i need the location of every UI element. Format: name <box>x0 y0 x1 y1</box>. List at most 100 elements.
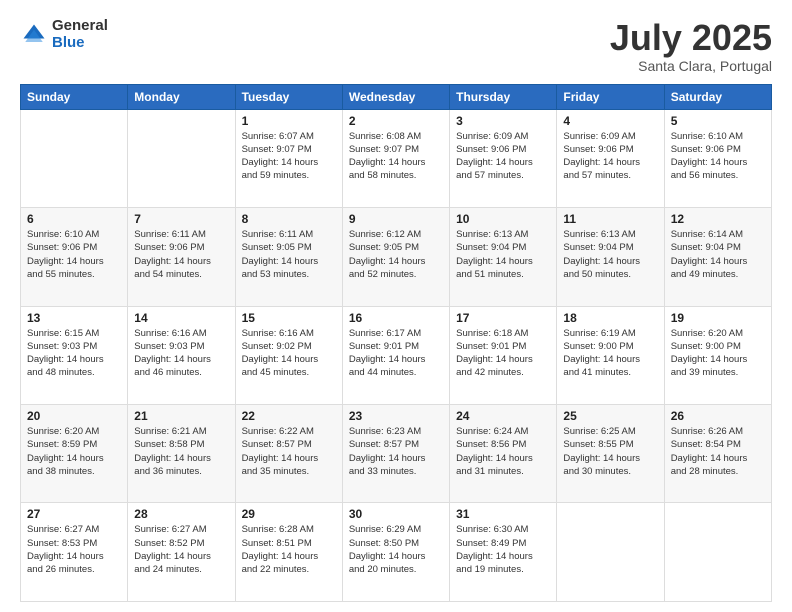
day-info-13: Sunrise: 6:15 AM Sunset: 9:03 PM Dayligh… <box>27 327 121 380</box>
day-cell-30: 30 Sunrise: 6:29 AM Sunset: 8:50 PM Dayli… <box>342 503 449 602</box>
weekday-header-thursday: Thursday <box>450 84 557 109</box>
day-cell-4: 4Sunrise: 6:09 AM Sunset: 9:06 PM Daylig… <box>557 109 664 207</box>
day-info-25: Sunrise: 6:25 AM Sunset: 8:55 PM Dayligh… <box>563 425 657 478</box>
day-cell-1: 1 Sunrise: 6:07 AM Sunset: 9:07 PM Daylig… <box>235 109 342 207</box>
week-row-3: 13 Sunrise: 6:15 AM Sunset: 9:03 PM Dayli… <box>21 306 772 404</box>
day-info-28: Sunrise: 6:27 AM Sunset: 8:52 PM Dayligh… <box>134 523 228 576</box>
day-number-1: 1 <box>242 114 336 128</box>
day-info-26: Sunrise: 6:26 AM Sunset: 8:54 PM Dayligh… <box>671 425 765 478</box>
day-number-23: 23 <box>349 409 443 423</box>
day-info-16: Sunrise: 6:17 AM Sunset: 9:01 PM Dayligh… <box>349 327 443 380</box>
day-cell-12: 12 Sunrise: 6:14 AM Sunset: 9:04 PM Dayli… <box>664 208 771 306</box>
weekday-header-monday: Monday <box>128 84 235 109</box>
weekday-header-wednesday: Wednesday <box>342 84 449 109</box>
logo-blue: Blue <box>52 35 108 52</box>
day-number-19: 19 <box>671 311 765 325</box>
day-info-23: Sunrise: 6:23 AM Sunset: 8:57 PM Dayligh… <box>349 425 443 478</box>
empty-cell <box>557 503 664 602</box>
day-number-22: 22 <box>242 409 336 423</box>
day-info-2: Sunrise: 6:08 AM Sunset: 9:07 PM Dayligh… <box>349 130 443 183</box>
logo-general: General <box>52 18 108 35</box>
day-number-3: 3 <box>456 114 550 128</box>
day-cell-16: 16Sunrise: 6:17 AM Sunset: 9:01 PM Dayli… <box>342 306 449 404</box>
day-cell-2: 2 Sunrise: 6:08 AM Sunset: 9:07 PM Daylig… <box>342 109 449 207</box>
day-info-20: Sunrise: 6:20 AM Sunset: 8:59 PM Dayligh… <box>27 425 121 478</box>
day-cell-25: 25 Sunrise: 6:25 AM Sunset: 8:55 PM Dayli… <box>557 405 664 503</box>
logo: General Blue <box>20 18 108 51</box>
day-cell-17: 17 Sunrise: 6:18 AM Sunset: 9:01 PM Dayli… <box>450 306 557 404</box>
day-cell-14: 14Sunrise: 6:16 AM Sunset: 9:03 PM Dayli… <box>128 306 235 404</box>
day-info-8: Sunrise: 6:11 AM Sunset: 9:05 PM Dayligh… <box>242 228 336 281</box>
day-info-18: Sunrise: 6:19 AM Sunset: 9:00 PM Dayligh… <box>563 327 657 380</box>
day-cell-15: 15Sunrise: 6:16 AM Sunset: 9:02 PM Dayli… <box>235 306 342 404</box>
empty-cell <box>128 109 235 207</box>
day-info-29: Sunrise: 6:28 AM Sunset: 8:51 PM Dayligh… <box>242 523 336 576</box>
day-cell-24: 24 Sunrise: 6:24 AM Sunset: 8:56 PM Dayli… <box>450 405 557 503</box>
weekday-header-tuesday: Tuesday <box>235 84 342 109</box>
day-info-10: Sunrise: 6:13 AM Sunset: 9:04 PM Dayligh… <box>456 228 550 281</box>
week-row-1: 1 Sunrise: 6:07 AM Sunset: 9:07 PM Daylig… <box>21 109 772 207</box>
month-title: July 2025 <box>610 18 772 58</box>
day-number-8: 8 <box>242 212 336 226</box>
day-info-24: Sunrise: 6:24 AM Sunset: 8:56 PM Dayligh… <box>456 425 550 478</box>
day-cell-10: 10 Sunrise: 6:13 AM Sunset: 9:04 PM Dayli… <box>450 208 557 306</box>
day-number-27: 27 <box>27 507 121 521</box>
day-info-21: Sunrise: 6:21 AM Sunset: 8:58 PM Dayligh… <box>134 425 228 478</box>
day-number-24: 24 <box>456 409 550 423</box>
day-info-6: Sunrise: 6:10 AM Sunset: 9:06 PM Dayligh… <box>27 228 121 281</box>
day-cell-3: 3 Sunrise: 6:09 AM Sunset: 9:06 PM Daylig… <box>450 109 557 207</box>
day-info-22: Sunrise: 6:22 AM Sunset: 8:57 PM Dayligh… <box>242 425 336 478</box>
logo-text: General Blue <box>52 18 108 51</box>
day-info-3: Sunrise: 6:09 AM Sunset: 9:06 PM Dayligh… <box>456 130 550 183</box>
calendar: SundayMondayTuesdayWednesdayThursdayFrid… <box>20 84 772 602</box>
day-number-20: 20 <box>27 409 121 423</box>
day-cell-20: 20 Sunrise: 6:20 AM Sunset: 8:59 PM Dayli… <box>21 405 128 503</box>
week-row-5: 27 Sunrise: 6:27 AM Sunset: 8:53 PM Dayli… <box>21 503 772 602</box>
day-cell-26: 26Sunrise: 6:26 AM Sunset: 8:54 PM Dayli… <box>664 405 771 503</box>
day-cell-6: 6Sunrise: 6:10 AM Sunset: 9:06 PM Daylig… <box>21 208 128 306</box>
day-cell-21: 21 Sunrise: 6:21 AM Sunset: 8:58 PM Dayli… <box>128 405 235 503</box>
day-info-7: Sunrise: 6:11 AM Sunset: 9:06 PM Dayligh… <box>134 228 228 281</box>
day-cell-22: 22 Sunrise: 6:22 AM Sunset: 8:57 PM Dayli… <box>235 405 342 503</box>
day-number-15: 15 <box>242 311 336 325</box>
day-number-12: 12 <box>671 212 765 226</box>
day-number-2: 2 <box>349 114 443 128</box>
day-number-25: 25 <box>563 409 657 423</box>
logo-icon <box>20 21 48 49</box>
day-info-1: Sunrise: 6:07 AM Sunset: 9:07 PM Dayligh… <box>242 130 336 183</box>
day-cell-23: 23 Sunrise: 6:23 AM Sunset: 8:57 PM Dayli… <box>342 405 449 503</box>
day-cell-19: 19 Sunrise: 6:20 AM Sunset: 9:00 PM Dayli… <box>664 306 771 404</box>
day-info-4: Sunrise: 6:09 AM Sunset: 9:06 PM Dayligh… <box>563 130 657 183</box>
week-row-2: 6Sunrise: 6:10 AM Sunset: 9:06 PM Daylig… <box>21 208 772 306</box>
day-cell-13: 13 Sunrise: 6:15 AM Sunset: 9:03 PM Dayli… <box>21 306 128 404</box>
day-info-17: Sunrise: 6:18 AM Sunset: 9:01 PM Dayligh… <box>456 327 550 380</box>
day-cell-28: 28Sunrise: 6:27 AM Sunset: 8:52 PM Dayli… <box>128 503 235 602</box>
empty-cell <box>21 109 128 207</box>
day-info-19: Sunrise: 6:20 AM Sunset: 9:00 PM Dayligh… <box>671 327 765 380</box>
day-info-27: Sunrise: 6:27 AM Sunset: 8:53 PM Dayligh… <box>27 523 121 576</box>
day-info-30: Sunrise: 6:29 AM Sunset: 8:50 PM Dayligh… <box>349 523 443 576</box>
day-info-11: Sunrise: 6:13 AM Sunset: 9:04 PM Dayligh… <box>563 228 657 281</box>
day-number-30: 30 <box>349 507 443 521</box>
weekday-header-row: SundayMondayTuesdayWednesdayThursdayFrid… <box>21 84 772 109</box>
day-number-21: 21 <box>134 409 228 423</box>
day-cell-9: 9Sunrise: 6:12 AM Sunset: 9:05 PM Daylig… <box>342 208 449 306</box>
day-number-10: 10 <box>456 212 550 226</box>
day-number-7: 7 <box>134 212 228 226</box>
day-cell-7: 7 Sunrise: 6:11 AM Sunset: 9:06 PM Daylig… <box>128 208 235 306</box>
day-info-12: Sunrise: 6:14 AM Sunset: 9:04 PM Dayligh… <box>671 228 765 281</box>
day-cell-18: 18 Sunrise: 6:19 AM Sunset: 9:00 PM Dayli… <box>557 306 664 404</box>
week-row-4: 20 Sunrise: 6:20 AM Sunset: 8:59 PM Dayli… <box>21 405 772 503</box>
day-number-5: 5 <box>671 114 765 128</box>
day-number-17: 17 <box>456 311 550 325</box>
day-number-13: 13 <box>27 311 121 325</box>
page: General Blue July 2025 Santa Clara, Port… <box>0 0 792 612</box>
location: Santa Clara, Portugal <box>610 58 772 74</box>
day-number-29: 29 <box>242 507 336 521</box>
day-number-14: 14 <box>134 311 228 325</box>
title-section: July 2025 Santa Clara, Portugal <box>610 18 772 74</box>
day-number-18: 18 <box>563 311 657 325</box>
day-number-11: 11 <box>563 212 657 226</box>
day-cell-29: 29 Sunrise: 6:28 AM Sunset: 8:51 PM Dayli… <box>235 503 342 602</box>
day-cell-5: 5Sunrise: 6:10 AM Sunset: 9:06 PM Daylig… <box>664 109 771 207</box>
